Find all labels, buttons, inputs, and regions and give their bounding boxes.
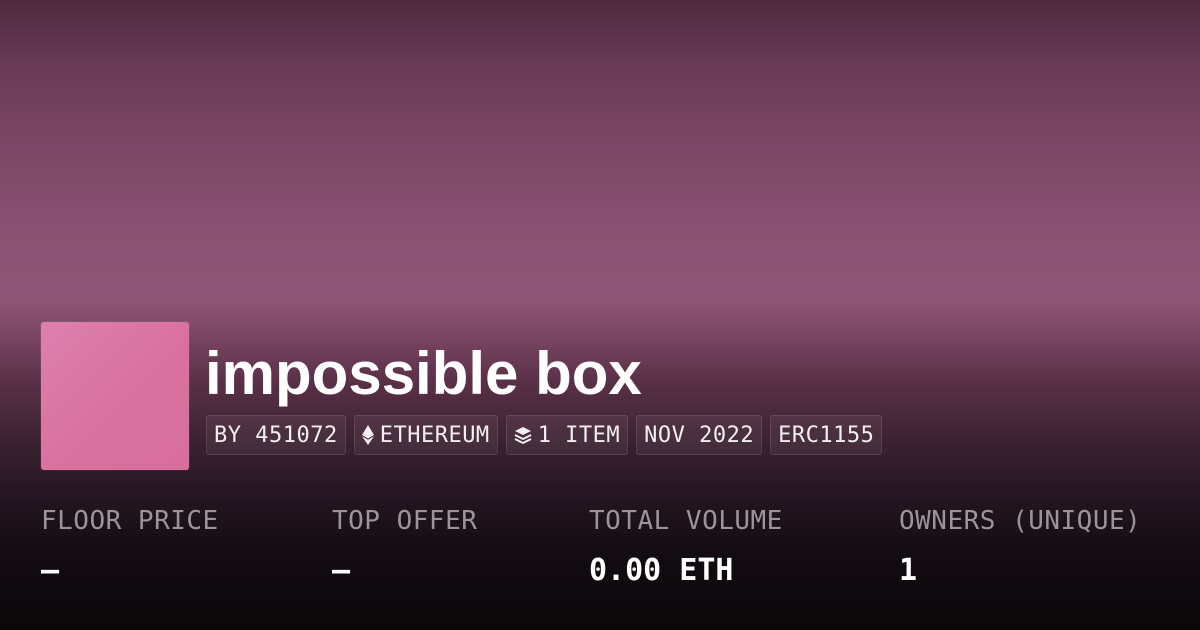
floor-price-value: — bbox=[41, 553, 60, 588]
creator-label: BY 451072 bbox=[214, 422, 338, 448]
collection-title: impossible box bbox=[205, 340, 642, 407]
items-tag: 1 ITEM bbox=[505, 415, 629, 455]
total-volume-value: 0.00 ETH bbox=[589, 553, 734, 588]
owners-label: OWNERS (UNIQUE) bbox=[899, 506, 1142, 536]
total-volume-label: TOTAL VOLUME bbox=[589, 506, 783, 536]
collection-tags: BY 451072 ETHEREUM 1 ITEM NOV 2022 ERC11… bbox=[206, 415, 883, 455]
floor-price-label: FLOOR PRICE bbox=[41, 506, 219, 536]
total-volume-stat: TOTAL VOLUME 0.00 ETH bbox=[589, 500, 783, 592]
floor-price-stat: FLOOR PRICE — bbox=[41, 500, 219, 592]
date-label: NOV 2022 bbox=[644, 422, 755, 448]
layers-icon bbox=[514, 426, 532, 444]
chain-label: ETHEREUM bbox=[379, 422, 490, 448]
top-offer-label: TOP OFFER bbox=[332, 506, 478, 536]
collection-thumbnail bbox=[41, 322, 189, 470]
owners-stat: OWNERS (UNIQUE) 1 bbox=[899, 500, 1141, 592]
chain-tag: ETHEREUM bbox=[353, 415, 498, 455]
ethereum-icon bbox=[361, 425, 374, 445]
items-label: 1 ITEM bbox=[537, 422, 621, 448]
standard-label: ERC1155 bbox=[778, 422, 875, 448]
top-offer-value: — bbox=[332, 553, 351, 588]
top-offer-stat: TOP OFFER — bbox=[332, 500, 477, 592]
collection-card: impossible box BY 451072 ETHEREUM 1 ITEM… bbox=[0, 0, 1200, 630]
date-tag: NOV 2022 bbox=[636, 415, 763, 455]
creator-tag: BY 451072 bbox=[206, 415, 346, 455]
owners-value: 1 bbox=[899, 553, 918, 588]
standard-tag: ERC1155 bbox=[770, 415, 883, 455]
collection-stats: FLOOR PRICE — TOP OFFER — TOTAL VOLUME 0… bbox=[0, 500, 1200, 600]
